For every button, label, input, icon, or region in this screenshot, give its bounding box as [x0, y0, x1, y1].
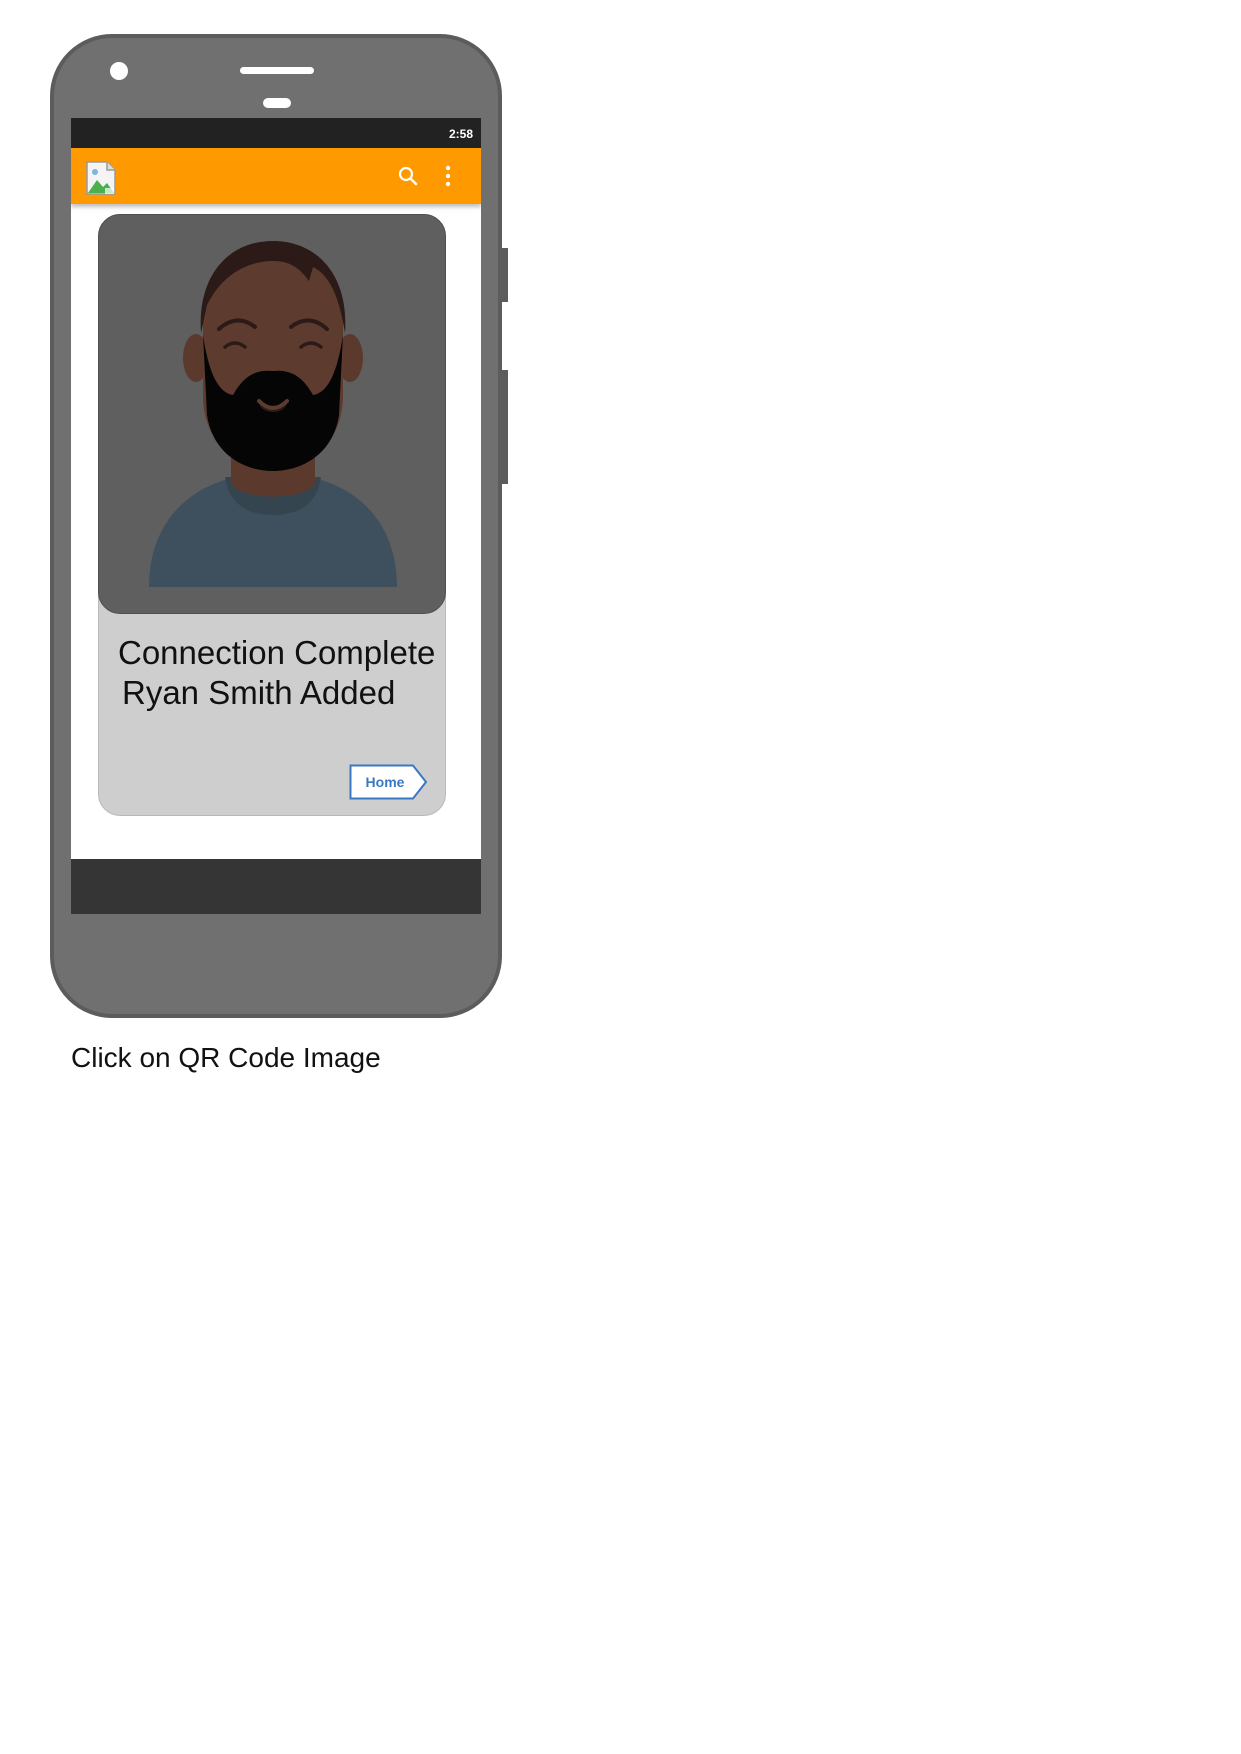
bearded-man-avatar [149, 241, 397, 587]
instruction-caption: Click on QR Code Image [71, 1042, 381, 1073]
connection-status-text: Connection Complete [118, 634, 436, 671]
navigation-bar [71, 859, 481, 914]
earpiece-speaker [240, 67, 314, 74]
contact-added-text: Ryan Smith Added [122, 674, 396, 711]
more-vert-icon[interactable] [442, 164, 454, 188]
page: 2:58 Connection Complete Ryan Smith Adde… [0, 0, 1241, 1754]
app-toolbar [71, 148, 481, 204]
status-time: 2:58 [448, 127, 473, 141]
home-button[interactable]: Home [349, 764, 429, 800]
search-icon[interactable] [397, 165, 419, 187]
broken-image-icon[interactable] [85, 160, 117, 196]
proximity-sensor [263, 98, 291, 108]
avatar-panel [98, 214, 446, 614]
front-camera [110, 62, 128, 80]
power-button [502, 370, 508, 484]
home-button-label: Home [365, 774, 405, 790]
phone-screen: 2:58 Connection Complete Ryan Smith Adde… [71, 118, 481, 914]
volume-button [502, 248, 508, 302]
status-bar: 2:58 [71, 118, 481, 148]
